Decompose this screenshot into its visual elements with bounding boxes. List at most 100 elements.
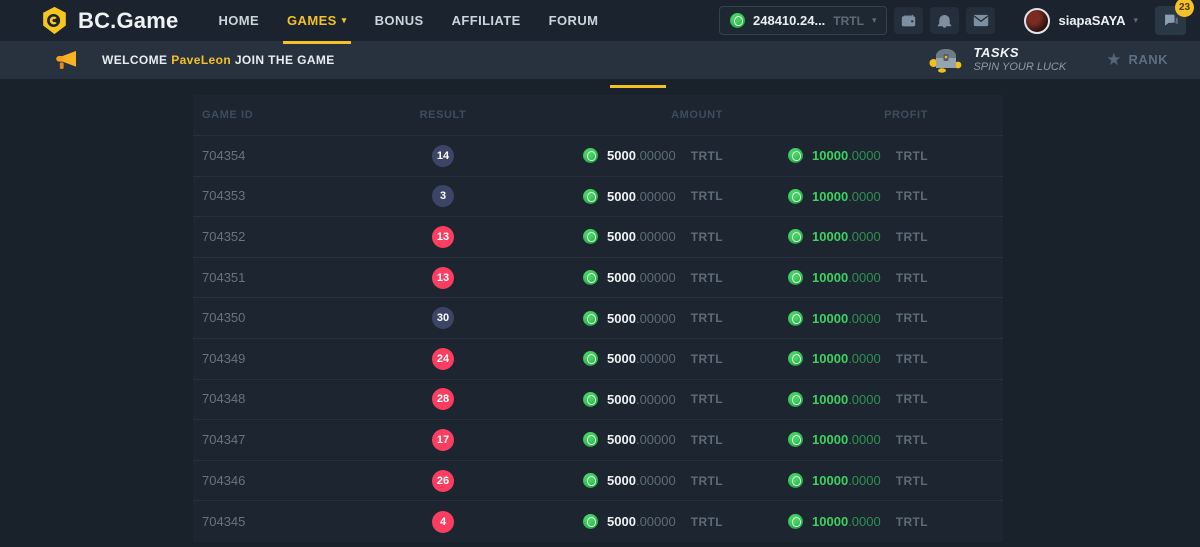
table-row[interactable]: 704345 4 5000.00000 TRTL 10000.0000 TRTL xyxy=(193,501,1003,542)
result-badge: 13 xyxy=(432,267,454,289)
result-badge: 3 xyxy=(432,185,454,207)
game-id: 704347 xyxy=(202,432,245,447)
profit-currency: TRTL xyxy=(896,352,928,366)
amount-currency: TRTL xyxy=(691,474,723,488)
trtl-coin-icon xyxy=(583,432,598,447)
trtl-coin-icon xyxy=(583,514,598,529)
col-result: RESULT xyxy=(403,109,483,121)
profit-cell: 10000.0000 TRTL xyxy=(788,392,928,407)
nav-affiliate[interactable]: AFFILIATE xyxy=(438,0,535,41)
table-row[interactable]: 704354 14 5000.00000 TRTL 10000.0000 TRT… xyxy=(193,136,1003,177)
game-id: 704353 xyxy=(202,188,245,203)
table-row[interactable]: 704347 17 5000.00000 TRTL 10000.0000 TRT… xyxy=(193,420,1003,461)
profit-cell: 10000.0000 TRTL xyxy=(788,189,928,204)
amount-currency: TRTL xyxy=(691,392,723,406)
profit-currency: TRTL xyxy=(896,515,928,529)
nav-games[interactable]: GAMES ▾ xyxy=(273,0,361,41)
rank-shortcut[interactable]: ★ RANK xyxy=(1106,51,1168,68)
balance-selector[interactable]: 248410.24... TRTL ▾ xyxy=(719,6,887,35)
trtl-coin-icon xyxy=(788,270,803,285)
bets-table-body: 704354 14 5000.00000 TRTL 10000.0000 TRT… xyxy=(193,136,1003,542)
trtl-coin-icon xyxy=(788,473,803,488)
tasks-shortcut[interactable]: TASKS SPIN YOUR LUCK xyxy=(929,46,1066,74)
wallet-button[interactable] xyxy=(894,7,923,34)
main-content: GAME ID RESULT AMOUNT PROFIT 704354 14 5… xyxy=(0,79,1200,545)
active-tab-indicator xyxy=(610,85,666,88)
amount-cell: 5000.00000 TRTL xyxy=(583,392,723,407)
amount-cell: 5000.00000 TRTL xyxy=(583,148,723,163)
tasks-subtitle: SPIN YOUR LUCK xyxy=(973,61,1066,74)
trtl-coin-icon xyxy=(583,311,598,326)
result-badge: 4 xyxy=(432,511,454,533)
amount-currency: TRTL xyxy=(691,515,723,529)
game-id: 704345 xyxy=(202,514,245,529)
announced-username: PaveLeon xyxy=(171,53,231,67)
result-badge: 26 xyxy=(432,470,454,492)
result-badge: 24 xyxy=(432,348,454,370)
table-row[interactable]: 704348 28 5000.00000 TRTL 10000.0000 TRT… xyxy=(193,380,1003,421)
chevron-down-icon: ▾ xyxy=(872,15,877,26)
profit-currency: TRTL xyxy=(896,311,928,325)
game-id: 704348 xyxy=(202,391,245,406)
chat-unread-badge: 23 xyxy=(1175,0,1194,17)
table-row[interactable]: 704350 30 5000.00000 TRTL 10000.0000 TRT… xyxy=(193,298,1003,339)
star-icon: ★ xyxy=(1106,51,1121,68)
profit-cell: 10000.0000 TRTL xyxy=(788,148,928,163)
main-nav: HOME GAMES ▾ BONUS AFFILIATE FORUM xyxy=(204,0,612,41)
trtl-coin-icon xyxy=(788,229,803,244)
profit-currency: TRTL xyxy=(896,392,928,406)
table-row[interactable]: 704352 13 5000.00000 TRTL 10000.0000 TRT… xyxy=(193,217,1003,258)
profit-cell: 10000.0000 TRTL xyxy=(788,432,928,447)
brand-name: BC.Game xyxy=(78,8,178,34)
trtl-coin-icon xyxy=(788,432,803,447)
megaphone-icon xyxy=(55,51,78,70)
trtl-coin-icon xyxy=(583,229,598,244)
balance-currency: TRTL xyxy=(833,14,864,28)
profit-cell: 10000.0000 TRTL xyxy=(788,270,928,285)
profit-currency: TRTL xyxy=(896,230,928,244)
trtl-coin-icon xyxy=(730,13,745,28)
trtl-coin-icon xyxy=(583,270,598,285)
brand-logo[interactable]: BC.Game xyxy=(40,6,178,35)
balance-value: 248410.24... xyxy=(753,13,825,28)
trtl-coin-icon xyxy=(788,351,803,366)
announcement-right: TASKS SPIN YOUR LUCK ★ RANK xyxy=(929,46,1182,74)
amount-cell: 5000.00000 TRTL xyxy=(583,229,723,244)
table-row[interactable]: 704346 26 5000.00000 TRTL 10000.0000 TRT… xyxy=(193,461,1003,502)
trtl-coin-icon xyxy=(583,148,598,163)
trtl-coin-icon xyxy=(583,189,598,204)
chat-icon xyxy=(1163,13,1179,28)
amount-cell: 5000.00000 TRTL xyxy=(583,270,723,285)
profit-currency: TRTL xyxy=(896,433,928,447)
amount-cell: 5000.00000 TRTL xyxy=(583,432,723,447)
bcgame-mascot-icon xyxy=(40,6,69,35)
treasure-chest-icon xyxy=(929,47,963,73)
game-id: 704352 xyxy=(202,229,245,244)
table-row[interactable]: 704351 13 5000.00000 TRTL 10000.0000 TRT… xyxy=(193,258,1003,299)
col-game-id: GAME ID xyxy=(193,109,403,121)
table-row[interactable]: 704349 24 5000.00000 TRTL 10000.0000 TRT… xyxy=(193,339,1003,380)
messages-button[interactable] xyxy=(966,7,995,34)
table-row[interactable]: 704353 3 5000.00000 TRTL 10000.0000 TRTL xyxy=(193,177,1003,218)
trtl-coin-icon xyxy=(788,189,803,204)
amount-currency: TRTL xyxy=(691,189,723,203)
profit-currency: TRTL xyxy=(896,474,928,488)
avatar xyxy=(1024,8,1050,34)
game-id: 704350 xyxy=(202,310,245,325)
username: siapaSAYA xyxy=(1058,13,1125,28)
profit-cell: 10000.0000 TRTL xyxy=(788,311,928,326)
trtl-coin-icon xyxy=(583,392,598,407)
mail-icon xyxy=(973,14,989,27)
nav-bonus[interactable]: BONUS xyxy=(361,0,438,41)
nav-games-label: GAMES xyxy=(287,13,337,28)
nav-forum[interactable]: FORUM xyxy=(535,0,613,41)
result-badge: 30 xyxy=(432,307,454,329)
notifications-button[interactable] xyxy=(930,7,959,34)
user-menu[interactable]: siapaSAYA ▾ xyxy=(1024,8,1138,34)
amount-currency: TRTL xyxy=(691,311,723,325)
profit-currency: TRTL xyxy=(896,271,928,285)
chat-button[interactable]: 23 xyxy=(1155,6,1186,35)
trtl-coin-icon xyxy=(788,514,803,529)
nav-home[interactable]: HOME xyxy=(204,0,273,41)
result-badge: 14 xyxy=(432,145,454,167)
